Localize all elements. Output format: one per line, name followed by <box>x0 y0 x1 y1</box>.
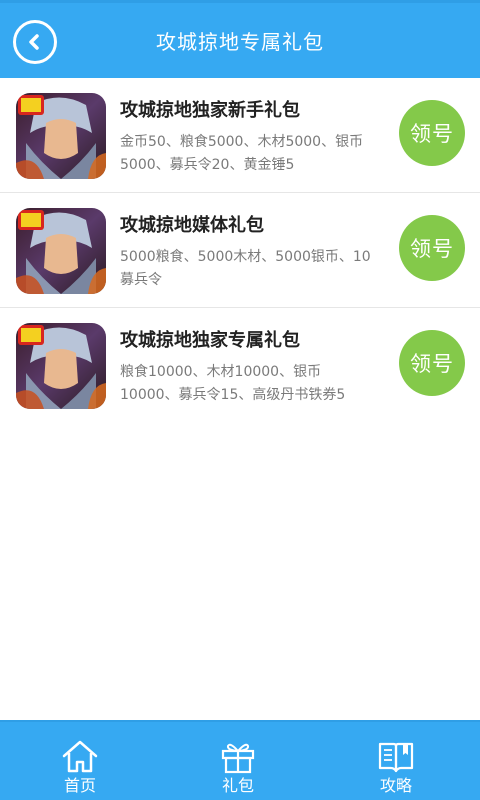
nav-item-home[interactable]: 首页 <box>30 722 130 800</box>
nav-item-gift[interactable]: 礼包 <box>188 722 288 800</box>
page-title: 攻城掠地专属礼包 <box>156 30 324 54</box>
gift-description: 粮食10000、木材10000、银币10000、募兵令15、高级丹书铁券5 <box>120 364 346 403</box>
home-icon <box>62 740 98 773</box>
claim-button[interactable]: 领号 <box>399 215 465 281</box>
gift-title: 攻城掠地独家专属礼包 <box>120 330 300 351</box>
gift-icon <box>221 743 255 774</box>
nav-label-gift: 礼包 <box>221 776 254 795</box>
claim-button[interactable]: 领号 <box>399 100 465 166</box>
nav-item-guide[interactable]: 攻略 <box>346 722 446 800</box>
gift-title: 攻城掠地媒体礼包 <box>120 215 264 236</box>
gift-description: 5000粮食、5000木材、5000银币、10募兵令 <box>120 249 371 288</box>
claim-button[interactable]: 领号 <box>399 330 465 396</box>
game-icon-image <box>16 208 106 294</box>
gift-item[interactable]: 攻城掠地独家专属礼包 粮食10000、木材10000、银币10000、募兵令15… <box>0 308 480 423</box>
game-icon-image <box>16 323 106 409</box>
nav-label-guide: 攻略 <box>379 776 412 795</box>
gift-description: 金币50、粮食5000、木材5000、银币5000、募兵令20、黄金锤5 <box>120 134 364 173</box>
gift-item[interactable]: 攻城掠地媒体礼包 5000粮食、5000木材、5000银币、10募兵令 领号 <box>0 193 480 308</box>
bottom-nav-bar: 首页 礼包 攻略 <box>0 720 480 800</box>
app-screen: 攻城掠地专属礼包 攻城掠地独家新手礼包 金币50、粮食5000、木材5000、银… <box>0 0 480 800</box>
nav-label-home: 首页 <box>63 776 96 795</box>
game-icon-image <box>16 93 106 179</box>
gift-item[interactable]: 攻城掠地独家新手礼包 金币50、粮食5000、木材5000、银币5000、募兵令… <box>0 78 480 193</box>
header-bar: 攻城掠地专属礼包 <box>0 0 480 78</box>
book-icon <box>378 742 414 773</box>
gift-list: 攻城掠地独家新手礼包 金币50、粮食5000、木材5000、银币5000、募兵令… <box>0 78 480 423</box>
gift-title: 攻城掠地独家新手礼包 <box>120 100 300 121</box>
